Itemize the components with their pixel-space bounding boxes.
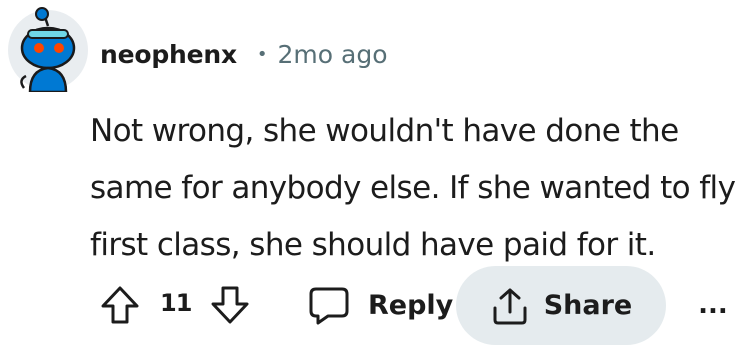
more-options-icon: ... (698, 290, 728, 320)
downvote-button[interactable] (210, 285, 250, 325)
upvote-button[interactable] (100, 285, 140, 325)
reply-label: Reply (368, 289, 454, 321)
vote-count: 11 (160, 289, 192, 317)
reply-button[interactable]: Reply (308, 282, 453, 328)
username[interactable]: neophenx (100, 40, 237, 69)
share-icon (493, 288, 527, 324)
timestamp[interactable]: 2mo ago (278, 40, 388, 69)
upvote-icon (101, 286, 139, 324)
snoo-avatar-icon (8, 7, 88, 92)
avatar[interactable] (4, 4, 92, 92)
separator-dot: • (256, 43, 268, 65)
comment: neophenx • 2mo ago Not wrong, she wouldn… (0, 0, 744, 345)
share-label: Share (543, 290, 633, 321)
more-options-button[interactable]: ... (698, 288, 728, 322)
reply-icon (309, 287, 349, 325)
comment-actions: 11 Reply Share ... (0, 266, 744, 345)
comment-body: Not wrong, she wouldn't have done the sa… (90, 113, 736, 263)
comment-header: neophenx • 2mo ago (100, 34, 388, 74)
downvote-icon (211, 286, 249, 324)
share-button[interactable]: Share (456, 266, 666, 345)
